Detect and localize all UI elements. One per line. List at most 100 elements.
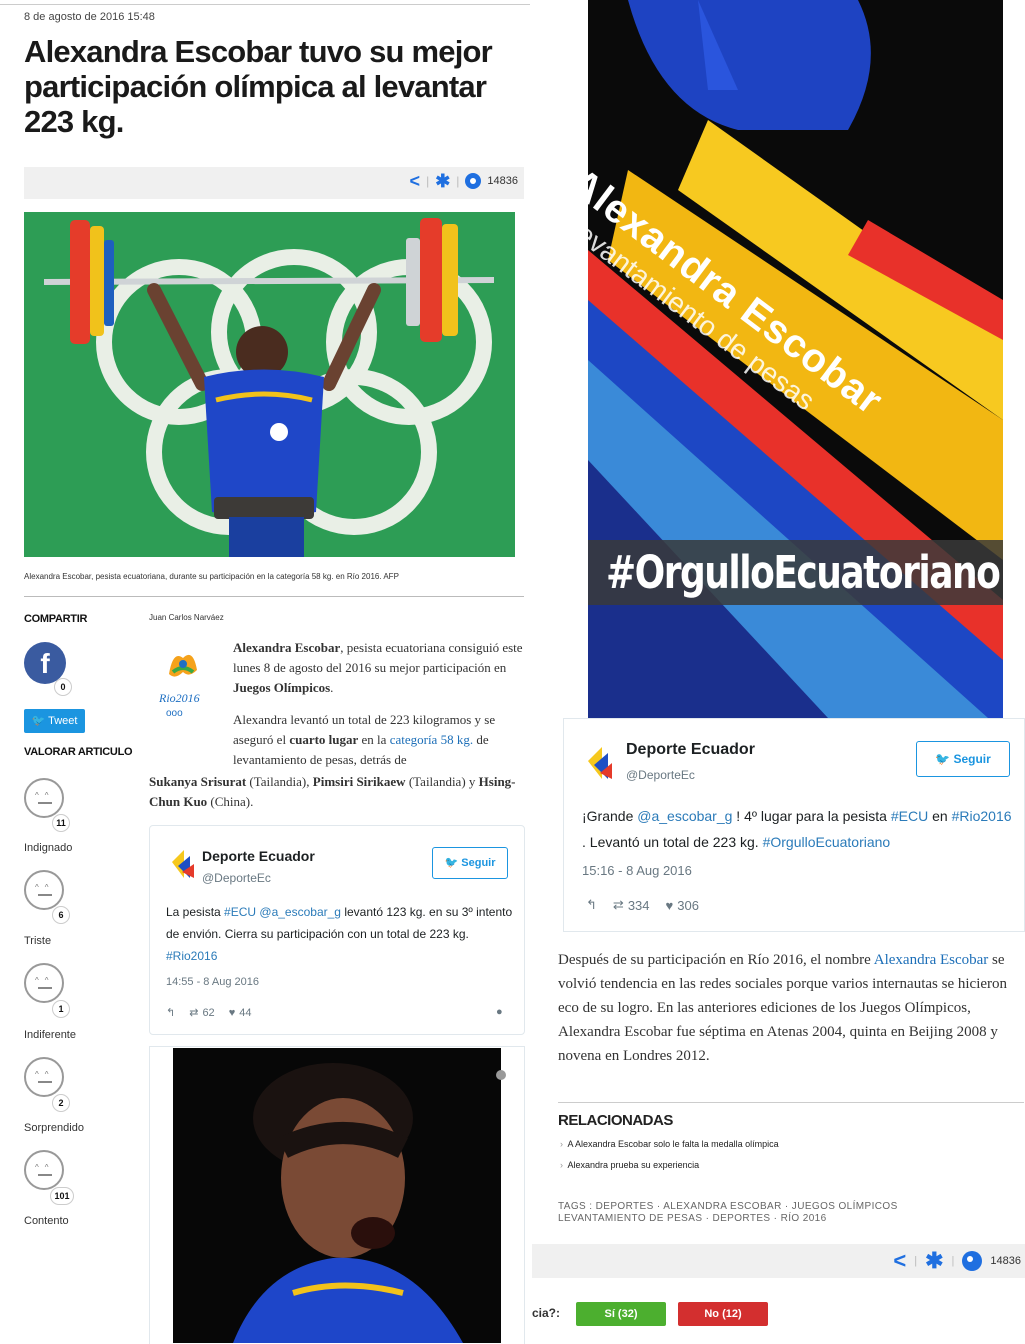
- mention-link[interactable]: @a_escobar_g: [637, 808, 732, 824]
- facebook-icon: f: [40, 648, 50, 679]
- tweet-timestamp[interactable]: 15:16 - 8 Aug 2016: [582, 863, 692, 878]
- like-count: 306: [677, 897, 699, 913]
- embedded-tweet-1[interactable]: Deporte Ecuador @DeporteEc 🐦 Seguir La p…: [149, 825, 525, 1035]
- reply-icon[interactable]: ↰: [166, 1006, 175, 1019]
- retweet-icon[interactable]: ⇄: [613, 897, 624, 913]
- poster-hashtag: #OrgulloEcuatoriano: [606, 548, 1001, 600]
- paragraph-text: se volvió tendencia en las redes sociale…: [558, 952, 1008, 1064]
- athlete-face-illustration: [173, 1048, 501, 1343]
- reaction-count: 2: [52, 1094, 70, 1112]
- views-eye-icon: [465, 173, 482, 189]
- toolbar-icons: < | ✱ | 14836: [893, 1250, 1021, 1272]
- reaction-count: 101: [50, 1187, 74, 1205]
- tags-list: TAGS : DEPORTES · ALEXANDRA ESCOBAR · JU…: [558, 1201, 898, 1224]
- reaction-label: Sorprendido: [24, 1122, 84, 1134]
- tweet-author-name[interactable]: Deporte Ecuador: [626, 741, 755, 759]
- sparkle-icon[interactable]: ✱: [925, 1250, 943, 1272]
- tweet-text-part: La pesista: [166, 905, 225, 919]
- article-paragraph-2-bottom: Sukanya Srisurat (Tailandia), Pimsiri Si…: [149, 772, 525, 812]
- like-heart-icon[interactable]: ♥: [229, 1007, 236, 1019]
- reaction-label: Triste: [24, 935, 52, 947]
- tweet-text-part: ¡Grande: [582, 808, 638, 824]
- event-name: Juegos Olímpicos: [233, 680, 331, 695]
- hashtag-link[interactable]: #OrgulloEcuatoriano: [763, 834, 891, 850]
- tweet-text: ¡Grande @a_escobar_g ! 4º lugar para la …: [582, 803, 1012, 855]
- related-item[interactable]: › Alexandra prueba su experiencia: [560, 1160, 699, 1170]
- tweet-button-label: Tweet: [48, 715, 78, 727]
- olympic-rings-icon: ooo: [166, 708, 183, 719]
- related-heading: RELACIONADAS: [558, 1112, 673, 1129]
- like-count: 44: [239, 1006, 252, 1019]
- retweet-count: 334: [627, 897, 650, 913]
- follow-button[interactable]: 🐦 Seguir: [432, 847, 508, 879]
- reaction-count: 1: [52, 1000, 70, 1018]
- reply-icon[interactable]: ↰: [586, 897, 597, 913]
- hashtag-link[interactable]: #ECU: [891, 808, 928, 824]
- deporte-ecuador-avatar: [172, 850, 194, 878]
- category-link[interactable]: categoría 58 kg.: [390, 732, 473, 747]
- hashtag-link[interactable]: #ECU: [224, 905, 256, 919]
- tweet-author-handle[interactable]: @DeporteEc: [626, 768, 695, 782]
- related-item[interactable]: › A Alexandra Escobar solo le falta la m…: [560, 1139, 779, 1149]
- related-divider: [558, 1102, 1024, 1103]
- follow-label: Seguir: [953, 752, 991, 766]
- bold-text: cuarto lugar: [289, 732, 359, 747]
- reaction-indiferente-face-icon[interactable]: ^^: [24, 963, 64, 1003]
- athlete-link[interactable]: Alexandra Escobar: [874, 952, 989, 968]
- tags-line[interactable]: DEPORTES · ALEXANDRA ESCOBAR · JUEGOS OL…: [596, 1201, 898, 1212]
- tweet-text-part: ! 4º lugar para la pesista: [732, 808, 891, 824]
- follow-label: Seguir: [461, 857, 496, 869]
- instagram-dot-icon: [496, 1070, 506, 1080]
- article-author: Juan Carlos Narváez: [149, 613, 224, 622]
- caption-divider: [24, 596, 524, 597]
- bold-text: Pimsiri Sirikaew: [312, 774, 406, 789]
- mention-link[interactable]: @a_escobar_g: [259, 905, 341, 919]
- embedded-tweet-2[interactable]: Deporte Ecuador @DeporteEc 🐦 Seguir ¡Gra…: [563, 718, 1025, 932]
- tweet-author-handle[interactable]: @DeporteEc: [202, 871, 271, 885]
- tweet-text: La pesista #ECU @a_escobar_g levantó 123…: [166, 901, 514, 967]
- poll-yes-button[interactable]: Sí (32): [576, 1302, 666, 1326]
- chevron-right-icon: ›: [560, 1160, 563, 1170]
- tags-line[interactable]: LEVANTAMIENTO DE PESAS · DEPORTES · RÍO …: [558, 1213, 827, 1224]
- tweet-text-part: en: [928, 808, 952, 824]
- retweet-icon[interactable]: ⇄: [189, 1006, 198, 1019]
- chevron-right-icon: ›: [560, 1139, 563, 1149]
- reaction-label: Indiferente: [24, 1029, 76, 1041]
- twitter-bird-icon: 🐦: [31, 715, 46, 727]
- paragraph-text: (Tailandia),: [246, 774, 313, 789]
- tweet-timestamp[interactable]: 14:55 - 8 Aug 2016: [166, 976, 259, 988]
- reaction-indignado-face-icon[interactable]: ^^: [24, 778, 64, 818]
- paragraph-text: .: [330, 680, 334, 695]
- tags-label: TAGS: [558, 1201, 587, 1212]
- retweet-count: 62: [202, 1006, 215, 1019]
- tweet-text-part: . Levantó un total de 223 kg.: [582, 834, 763, 850]
- reaction-contento-face-icon[interactable]: ^^: [24, 1150, 64, 1190]
- tweet-button[interactable]: 🐦 Tweet: [24, 709, 85, 733]
- tweet-actions: ↰ ⇄ 334 ♥ 306: [586, 897, 699, 913]
- follow-button[interactable]: 🐦 Seguir: [916, 741, 1010, 777]
- hashtag-link[interactable]: #Rio2016: [952, 808, 1012, 824]
- reaction-label: Contento: [24, 1215, 69, 1227]
- views-count: 14836: [487, 175, 518, 187]
- reaction-count: 6: [52, 906, 70, 924]
- article-headline: Alexandra Escobar tuvo su mejor particip…: [24, 34, 493, 139]
- poll-question: cia?:: [532, 1306, 561, 1320]
- reaction-triste-face-icon[interactable]: ^^: [24, 870, 64, 910]
- share-icon[interactable]: <: [893, 1250, 906, 1272]
- share-icon[interactable]: <: [410, 172, 421, 190]
- reaction-count: 11: [52, 814, 70, 832]
- like-heart-icon[interactable]: ♥: [666, 898, 674, 913]
- tweet-author-name[interactable]: Deporte Ecuador: [202, 848, 315, 864]
- sparkle-icon[interactable]: ✱: [435, 172, 450, 190]
- twitter-bird-icon: 🐦: [444, 857, 459, 869]
- weightlifter-illustration: [24, 212, 515, 557]
- hashtag-link[interactable]: #Rio2016: [166, 949, 217, 963]
- info-icon[interactable]: ●: [496, 1006, 503, 1018]
- article-main-photo: [24, 212, 515, 557]
- athlete-name: Alexandra Escobar: [233, 640, 341, 655]
- top-divider: [0, 4, 530, 5]
- photo-caption: Alexandra Escobar, pesista ecuatoriana, …: [24, 572, 399, 581]
- toolbar-separator: |: [951, 1255, 955, 1267]
- reaction-sorprendido-face-icon[interactable]: ^^: [24, 1057, 64, 1097]
- poll-no-button[interactable]: No (12): [678, 1302, 768, 1326]
